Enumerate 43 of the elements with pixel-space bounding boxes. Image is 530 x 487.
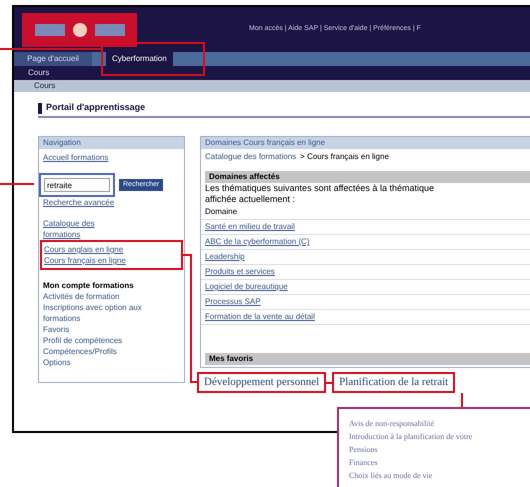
account-title: Mon compte formations bbox=[43, 280, 135, 291]
breadcrumb-link[interactable]: Catalogue des formations bbox=[205, 151, 296, 163]
domain-link[interactable]: Logiciel de bureautique bbox=[205, 282, 288, 291]
panel-title: Navigation bbox=[43, 137, 81, 149]
page-title: Portail d'apprentissage bbox=[46, 101, 146, 114]
account-link[interactable]: Favoris bbox=[43, 324, 180, 335]
breadcrumb-text: > Cours français en ligne bbox=[300, 151, 389, 163]
domain-link[interactable]: Leadership bbox=[205, 252, 245, 261]
account-link[interactable]: Compétences/Profils bbox=[43, 346, 180, 357]
section-title: Mes favoris bbox=[209, 353, 254, 365]
search-field[interactable]: retraite bbox=[44, 178, 110, 192]
popup-item[interactable]: Introduction à la planification de votre bbox=[349, 430, 530, 443]
popup-item[interactable]: Avis de non-responsabilité bbox=[349, 417, 530, 430]
description: Les thématiques suivantes sont affectées à la thématique affichée actuellement : bbox=[204, 183, 435, 205]
logo-icon bbox=[22, 12, 137, 46]
advanced-search-link[interactable]: Recherche avancée bbox=[43, 197, 180, 208]
account-link[interactable]: Inscriptions avec option aux formations bbox=[43, 302, 180, 324]
domain-link[interactable]: Processus SAP bbox=[205, 297, 261, 306]
domain-link[interactable]: Santé en milieu de travail bbox=[205, 222, 295, 231]
callout-label: Planification de la retrait bbox=[332, 372, 456, 393]
breadcrumb-text: Cours bbox=[34, 80, 56, 92]
catalog-link[interactable]: Catalogue des formations bbox=[43, 218, 133, 240]
account-link[interactable]: Profil de compétences bbox=[43, 335, 180, 346]
popup-item[interactable]: Pensions bbox=[349, 443, 530, 456]
callout-label: Développement personnel bbox=[197, 372, 326, 393]
nav-tab[interactable]: Cyberformation bbox=[106, 52, 173, 66]
section-title: Domaines affectés bbox=[209, 171, 280, 183]
course-link[interactable]: Cours français en ligne bbox=[44, 255, 179, 266]
subnav-link[interactable]: Cours bbox=[28, 67, 50, 79]
domain-link[interactable]: ABC de la cyberformation (C) bbox=[205, 237, 310, 246]
column-header: Domaine bbox=[205, 207, 238, 216]
account-link[interactable]: Options bbox=[43, 357, 180, 368]
callout-line bbox=[0, 183, 34, 185]
panel-title: Domaines Cours français en ligne bbox=[205, 137, 326, 149]
domain-link[interactable]: Formation de la vente au détail bbox=[205, 312, 315, 321]
callout-line bbox=[461, 393, 463, 407]
popup-item[interactable]: Choix liés au mode de vie bbox=[349, 469, 530, 482]
domain-link[interactable]: Produits et services bbox=[205, 267, 275, 276]
popup-item[interactable]: Finances bbox=[349, 456, 530, 469]
course-link[interactable]: Cours anglais en ligne bbox=[44, 244, 179, 255]
account-link[interactable]: Activités de formation bbox=[43, 291, 180, 302]
nav-tab[interactable]: Page d'accueil bbox=[14, 52, 92, 66]
home-link[interactable]: Accueil formations bbox=[43, 152, 180, 163]
